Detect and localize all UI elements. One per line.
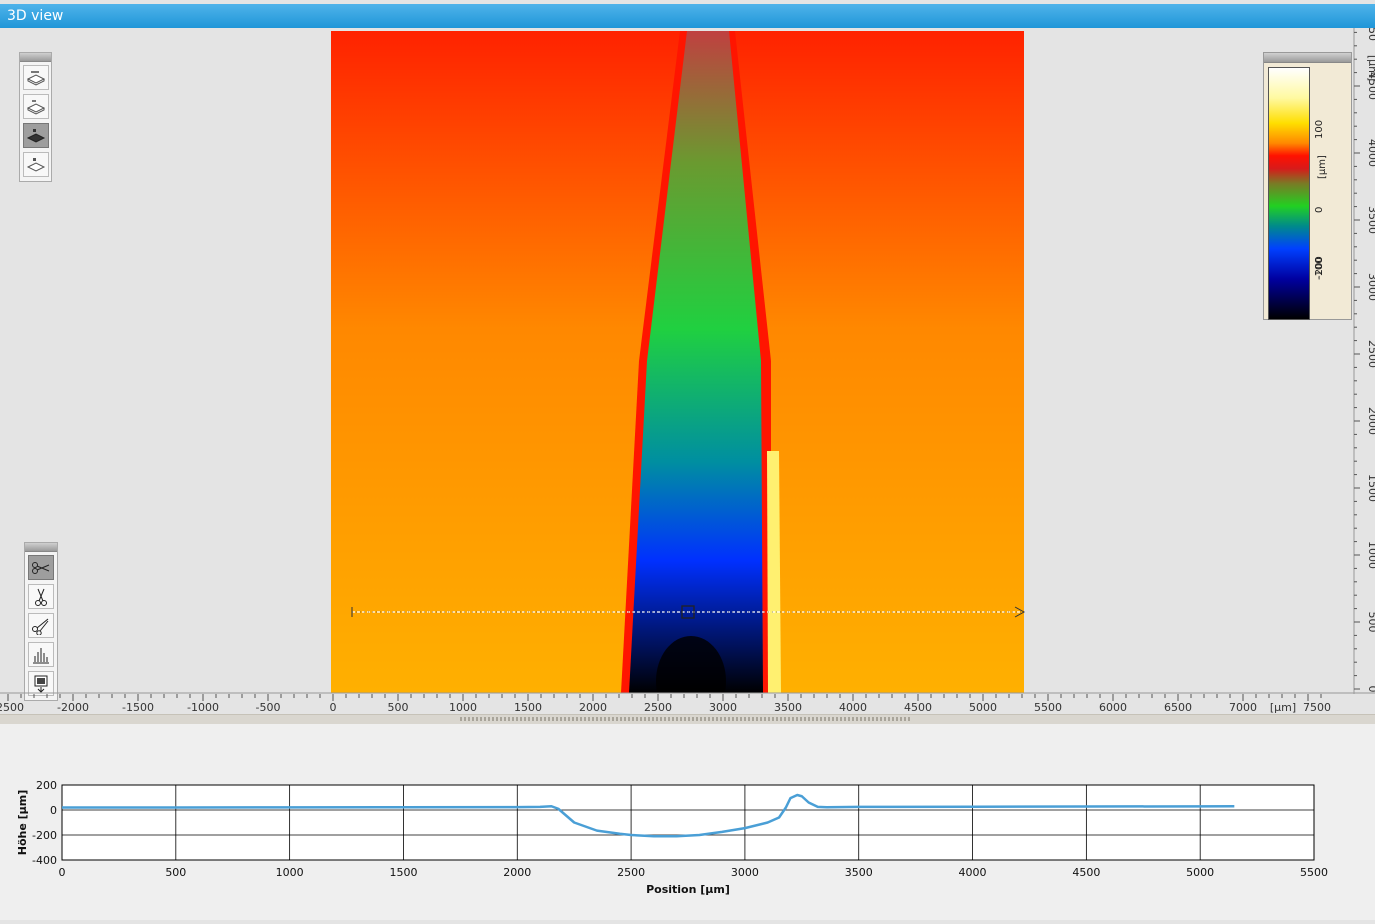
y-ruler-label: 500 (1366, 612, 1375, 633)
x-tick-label: 5500 (1300, 866, 1328, 879)
histogram-icon (33, 647, 49, 663)
plot-area (61, 784, 1315, 861)
y-ruler-label: 1000 (1366, 541, 1375, 569)
y-ruler: 050010001500200025003000350040004500[µm]… (1353, 28, 1375, 694)
window-title: 3D view (7, 8, 64, 24)
x-ruler-label: 7500 (1303, 701, 1331, 714)
x-ruler-label: 3500 (774, 701, 802, 714)
height-map[interactable] (331, 31, 1024, 693)
y-tick-label: -200 (32, 829, 57, 842)
y-ruler-label: 1500 (1366, 474, 1375, 502)
x-ruler-label: -1500 (122, 701, 154, 714)
y-axis-label: Höhe [µm] (16, 790, 29, 856)
3d-view-alt-icon (26, 99, 46, 115)
profile-chart: 0 500 1000 1500 2000 2500 3000 3500 4000 4500 5000… (16, 779, 1328, 896)
scissors-horizontal-button[interactable] (28, 555, 54, 580)
x-tick-label: 4500 (1072, 866, 1100, 879)
top-view-filled-button[interactable] (23, 123, 49, 148)
y-ruler-label: 4000 (1366, 139, 1375, 167)
color-scale-unit: [µm] (1317, 155, 1328, 179)
y-ruler-label: 50 (1366, 28, 1375, 41)
toolbar-grip[interactable] (20, 53, 51, 62)
x-ruler-label: -1000 (187, 701, 219, 714)
scissors-diagonal-button[interactable] (28, 613, 54, 638)
color-scale-legend: 100 0 -100 -200 [µm] (1263, 52, 1352, 320)
profile-cut-line[interactable] (340, 603, 1040, 623)
x-ruler-label: 5000 (969, 701, 997, 714)
y-ruler-label: 2000 (1366, 407, 1375, 435)
x-ruler-label: 6000 (1099, 701, 1127, 714)
scissors-vertical-button[interactable] (28, 584, 54, 609)
color-scale-tick: 100 (1314, 119, 1325, 139)
x-axis-label: Position [µm] (646, 883, 730, 896)
color-scale-tick: 0 (1314, 206, 1325, 213)
x-tick-label: 2500 (617, 866, 645, 879)
top-view-outline-icon (26, 157, 46, 172)
top-view-outline-button[interactable] (23, 152, 49, 177)
x-ruler-label: [µm] (1270, 701, 1296, 714)
x-tick-label: 3500 (845, 866, 873, 879)
x-ruler-label: 7000 (1229, 701, 1257, 714)
x-ruler-label: 4000 (839, 701, 867, 714)
profile-panel: 0 500 1000 1500 2000 2500 3000 3500 4000 4500 5000… (0, 724, 1375, 920)
x-tick-label: 0 (59, 866, 66, 879)
x-ruler-label: -500 (256, 701, 281, 714)
y-ruler-label: 3000 (1366, 273, 1375, 301)
x-tick-label: 4000 (959, 866, 987, 879)
y-ruler-label: 0 (1366, 686, 1375, 693)
x-ruler-label: 2500 (644, 701, 672, 714)
x-ruler-label: 1500 (514, 701, 542, 714)
3d-view-button[interactable] (23, 65, 49, 90)
top-view-filled-icon (26, 128, 46, 143)
x-tick-label: 2000 (503, 866, 531, 879)
x-ruler: -2500 -2000 -1500 -1000 -500 0 500 1000 1500 2000… (0, 692, 1375, 714)
export-icon (34, 675, 48, 693)
scissors-vertical-icon (35, 588, 47, 606)
y-tick-label: 0 (50, 804, 57, 817)
view-toolbar (19, 52, 52, 182)
x-ruler-label: -2500 (0, 701, 24, 714)
x-tick-label: 5000 (1186, 866, 1214, 879)
y-tick-label: 200 (36, 779, 57, 792)
y-ruler-label: [µm] (1366, 55, 1375, 81)
scissors-horizontal-icon (32, 561, 50, 574)
x-ruler-label: 1000 (449, 701, 477, 714)
legend-grip[interactable] (1264, 53, 1351, 63)
x-tick-label: 1000 (276, 866, 304, 879)
scissors-diagonal-icon (32, 618, 49, 635)
3d-view-icon (26, 70, 46, 86)
groove-right-edge (767, 451, 781, 693)
histogram-button[interactable] (28, 642, 54, 667)
x-tick-label: 3000 (731, 866, 759, 879)
x-ruler-label: 5500 (1034, 701, 1062, 714)
window-title-bar: 3D view (0, 4, 1375, 28)
toolbar-grip[interactable] (25, 543, 57, 552)
x-tick-label: 500 (165, 866, 186, 879)
x-ruler-label: 3000 (709, 701, 737, 714)
color-scale-bar (1268, 67, 1310, 320)
profile-toolbar (24, 542, 58, 701)
x-ruler-label: 6500 (1164, 701, 1192, 714)
x-ruler-label: 2000 (579, 701, 607, 714)
x-tick-label: 1500 (389, 866, 417, 879)
x-ruler-label: -2000 (57, 701, 89, 714)
x-ruler-label: 500 (388, 701, 409, 714)
y-ruler-label: 2500 (1366, 340, 1375, 368)
x-ruler-label: 4500 (904, 701, 932, 714)
y-tick-label: -400 (32, 854, 57, 867)
y-ruler-label: 3500 (1366, 206, 1375, 234)
x-ruler-label: 0 (330, 701, 337, 714)
color-scale-tick: -200 (1314, 256, 1325, 279)
3d-view-alt-button[interactable] (23, 94, 49, 119)
